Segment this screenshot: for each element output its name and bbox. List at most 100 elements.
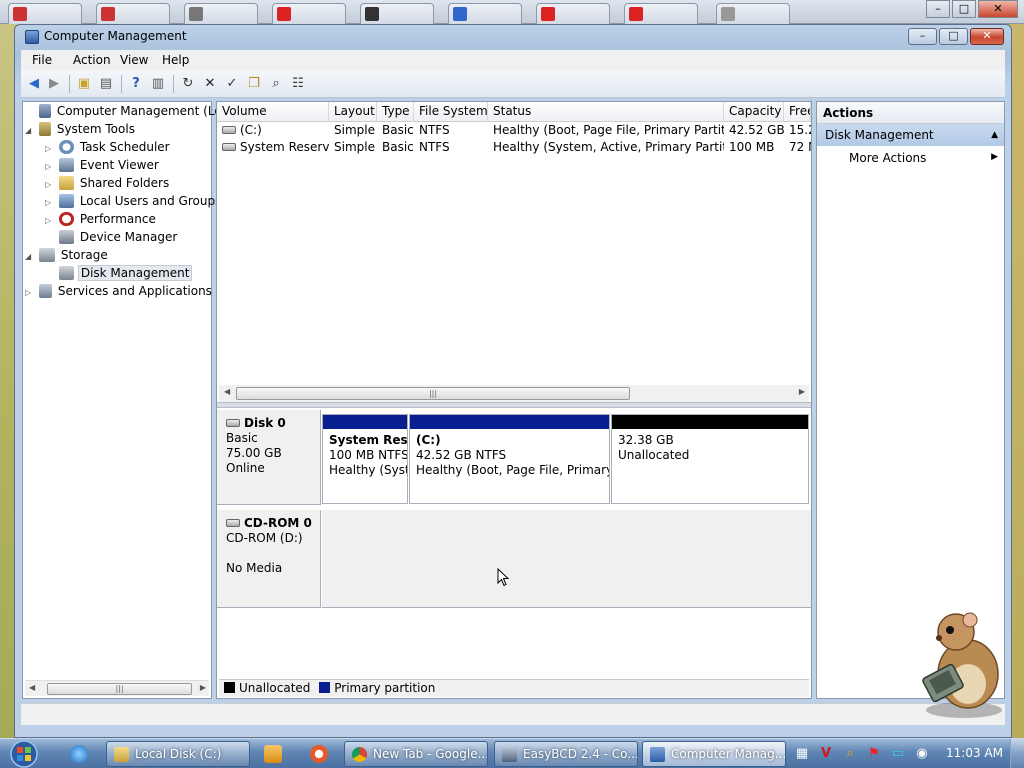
scroll-left-arrow-icon[interactable]: ◀ — [224, 387, 230, 396]
background-tab[interactable] — [96, 3, 170, 24]
background-tab[interactable] — [272, 3, 346, 24]
tree-item-local-users-and-groups[interactable]: ▷ Local Users and Groups — [45, 192, 223, 210]
cdrom-0-label[interactable]: CD-ROM 0 CD-ROM (D:) No Media — [217, 510, 321, 608]
tree-expander[interactable]: ◢ — [25, 122, 35, 140]
column-header-capacity[interactable]: Capacity — [724, 102, 784, 122]
column-header-free[interactable]: Free — [784, 102, 811, 122]
tree-item-event-viewer[interactable]: ▷ Event Viewer — [45, 156, 161, 174]
delete-icon[interactable]: ✕ — [201, 75, 219, 93]
title-bar[interactable]: Computer Management – □ ✕ — [15, 25, 1011, 49]
show-hide-console-tree-icon[interactable]: ▤ — [97, 75, 115, 93]
back-icon[interactable]: ◀ — [25, 75, 43, 93]
tree-item-computer-management[interactable]: Computer Management (Local) — [25, 102, 246, 120]
tree-horizontal-scrollbar[interactable]: ◀ ||| ▶ — [25, 680, 209, 696]
layout-cell: Simple — [334, 140, 375, 154]
column-header-status[interactable]: Status — [488, 102, 724, 122]
show-hide-action-pane-icon[interactable]: ▥ — [149, 75, 167, 93]
tree-item-disk-management[interactable]: Disk Management — [45, 264, 193, 282]
scroll-thumb[interactable]: ||| — [236, 387, 630, 400]
partition-c-drive[interactable]: (C:) 42.52 GB NTFS Healthy (Boot, Page F… — [409, 414, 610, 504]
help-icon[interactable]: ? — [127, 75, 145, 93]
tray-flag-icon[interactable]: ⚑ — [866, 746, 882, 762]
menu-bar: File Action View Help — [21, 50, 1005, 70]
media-player-icon[interactable] — [264, 745, 282, 763]
menu-file[interactable]: File — [32, 53, 52, 67]
scroll-right-arrow-icon[interactable]: ▶ — [200, 683, 206, 692]
easybcd-icon — [502, 747, 517, 762]
background-desktop-right — [1010, 24, 1024, 744]
pane-splitter[interactable] — [217, 402, 811, 408]
background-tab[interactable] — [448, 3, 522, 24]
disk-0-label[interactable]: Disk 0 Basic 75.00 GB Online — [217, 410, 321, 505]
background-tab[interactable] — [624, 3, 698, 24]
open-folder-icon[interactable]: ❐ — [245, 75, 263, 93]
tree-item-storage[interactable]: ◢ Storage — [25, 246, 110, 264]
status-cell: Healthy (System, Active, Primary Partiti… — [493, 140, 724, 154]
tree-expander[interactable]: ◢ — [25, 248, 35, 266]
start-button-icon[interactable] — [4, 739, 44, 768]
background-tab[interactable] — [536, 3, 610, 24]
tray-display-icon[interactable]: ▭ — [890, 746, 906, 762]
background-tab[interactable] — [184, 3, 258, 24]
app-icon[interactable] — [310, 745, 328, 763]
settings-icon[interactable]: ☷ — [289, 75, 307, 93]
properties-icon[interactable]: ✓ — [223, 75, 241, 93]
background-minimize-icon[interactable]: – — [926, 0, 950, 18]
up-folder-icon[interactable]: ▣ — [75, 75, 93, 93]
taskbar-clock[interactable]: 11:03 AM — [946, 746, 1003, 760]
menu-help[interactable]: Help — [162, 53, 189, 67]
collapse-up-icon[interactable]: ▲ — [991, 130, 998, 140]
forward-icon[interactable]: ▶ — [45, 75, 63, 93]
background-tab[interactable] — [8, 3, 82, 24]
tree-item-shared-folders[interactable]: ▷ Shared Folders — [45, 174, 171, 192]
partition-system-reserved[interactable]: System Rese 100 MB NTFS Healthy (Syste — [322, 414, 408, 504]
scroll-right-arrow-icon[interactable]: ▶ — [799, 387, 805, 396]
volume-row[interactable]: (C:) Simple Basic NTFS Healthy (Boot, Pa… — [217, 122, 811, 139]
show-desktop-button[interactable] — [1010, 739, 1024, 768]
tree-item-device-manager[interactable]: Device Manager — [45, 228, 179, 246]
tray-search-icon[interactable]: ⌕ — [842, 746, 858, 762]
cd-rom-icon — [226, 519, 240, 527]
tree-expander[interactable]: ▷ — [25, 284, 35, 302]
refresh-icon[interactable]: ↻ — [179, 75, 197, 93]
tray-antivirus-icon[interactable]: V — [818, 746, 834, 762]
disk-size — [226, 546, 320, 561]
taskbar-item-computer-management[interactable]: Computer Manag... — [642, 741, 786, 767]
more-actions-item[interactable]: More Actions ▶ — [817, 146, 1004, 170]
background-restore-icon[interactable]: □ — [952, 0, 976, 18]
taskbar-item-easybcd[interactable]: EasyBCD 2.4 - Co... — [494, 741, 638, 767]
menu-view[interactable]: View — [120, 53, 148, 67]
taskbar-item-local-disk[interactable]: Local Disk (C:) — [106, 741, 250, 767]
scroll-left-arrow-icon[interactable]: ◀ — [29, 683, 35, 692]
maximize-button[interactable]: □ — [939, 28, 968, 45]
mouse-cursor-icon — [497, 568, 510, 587]
internet-explorer-icon[interactable] — [70, 745, 88, 763]
clock-icon — [58, 140, 74, 154]
tree-item-system-tools[interactable]: ◢ System Tools — [25, 120, 137, 138]
status-cell: Healthy (Boot, Page File, Primary Partit… — [493, 123, 724, 137]
background-tab[interactable] — [360, 3, 434, 24]
column-header-file-system[interactable]: File System — [414, 102, 488, 122]
column-header-volume[interactable]: Volume — [217, 102, 329, 122]
actions-section-disk-management[interactable]: Disk Management ▲ — [817, 124, 1004, 146]
disk-state: No Media — [226, 561, 283, 575]
volume-list-horizontal-scrollbar[interactable]: ◀ ||| ▶ — [219, 385, 809, 402]
background-tab[interactable] — [716, 3, 790, 24]
volume-row[interactable]: System Reserved Simple Basic NTFS Health… — [217, 139, 811, 156]
background-close-icon[interactable]: ✕ — [978, 0, 1018, 18]
close-button[interactable]: ✕ — [970, 28, 1004, 45]
tray-app-icon[interactable]: ▦ — [794, 746, 810, 762]
menu-action[interactable]: Action — [73, 53, 111, 67]
console-tree: Computer Management (Local) ◢ System Too… — [22, 101, 244, 699]
column-header-layout[interactable]: Layout — [329, 102, 377, 122]
tree-item-task-scheduler[interactable]: ▷ Task Scheduler — [45, 138, 172, 156]
taskbar-item-chrome[interactable]: New Tab - Google... — [344, 741, 488, 767]
partition-unallocated[interactable]: 32.38 GB Unallocated — [611, 414, 809, 504]
tree-item-services-and-applications[interactable]: ▷ Services and Applications — [25, 282, 214, 300]
tree-item-performance[interactable]: ▷ Performance — [45, 210, 158, 228]
scroll-thumb[interactable]: ||| — [47, 683, 192, 695]
tray-volume-icon[interactable]: ◉ — [914, 746, 930, 762]
minimize-button[interactable]: – — [908, 28, 937, 45]
column-header-type[interactable]: Type — [377, 102, 414, 122]
search-icon[interactable]: ⌕ — [267, 75, 285, 93]
